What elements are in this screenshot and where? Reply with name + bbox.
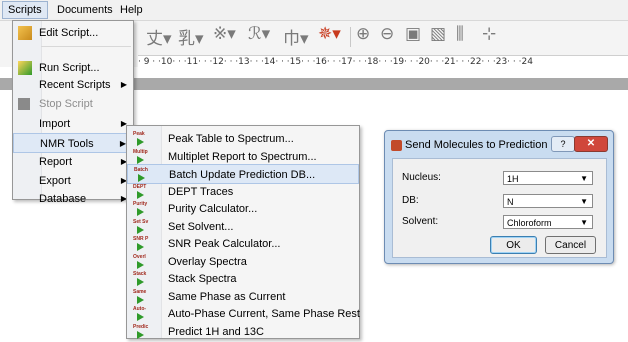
menu-separator (41, 46, 131, 47)
crosshair-icon[interactable]: ⊹ (482, 24, 496, 44)
menu-help[interactable]: Help (115, 2, 148, 18)
script-icon: Peak (133, 131, 155, 147)
run-script-icon (18, 61, 32, 75)
db-label: DB: (402, 195, 419, 206)
script-icon-tag: Overl (133, 253, 146, 260)
toolbar-tool-6-icon[interactable]: ✵▾ (318, 24, 341, 44)
toolbar-tool-5-icon[interactable]: ⼱▾ (283, 24, 309, 49)
db-select[interactable]: N ▼ (503, 194, 593, 208)
scripts-menu: Edit Script... Run Script... Recent Script… (12, 20, 134, 205)
menu-item-label: Report (39, 156, 73, 168)
toolbar-tool-3-icon[interactable]: ※▾ (213, 24, 236, 44)
zoom-out-icon[interactable]: ⊖ (380, 24, 394, 44)
close-button[interactable]: ✕ (574, 136, 608, 152)
play-icon (137, 330, 144, 339)
play-icon (137, 155, 144, 164)
menu-scripts[interactable]: Scripts (2, 1, 48, 19)
menu-item-label: Recent Scripts (39, 79, 111, 91)
help-button[interactable]: ? (551, 136, 575, 152)
script-icon-tag: DEPT (133, 183, 147, 190)
peak-bar-icon[interactable]: ⫼ (456, 24, 464, 44)
full-view-icon[interactable]: ▧ (430, 24, 446, 44)
script-icon-tag: Auto- (133, 306, 147, 312)
script-icon-tag: SNR P (133, 236, 149, 242)
edit-script-icon (18, 26, 32, 40)
script-icon: Overl (133, 254, 155, 270)
script-icon-tag: Batch (134, 167, 148, 173)
script-icon-tag: Stack (133, 271, 147, 277)
menu-bar: Scripts Documents Help (0, 0, 628, 21)
scripts-menu-item[interactable]: Report ▶ (13, 152, 133, 172)
script-icon: Stack (133, 271, 155, 287)
cancel-button[interactable]: Cancel (545, 236, 596, 254)
play-icon (137, 260, 144, 269)
scripts-menu-item[interactable]: NMR Tools ▶ (13, 133, 133, 153)
chevron-down-icon: ▼ (580, 197, 588, 206)
menu-documents[interactable]: Documents (52, 2, 118, 18)
zoom-box-icon[interactable]: ▣ (405, 24, 421, 44)
nucleus-value: 1H (507, 174, 519, 184)
zoom-in-icon[interactable]: ⊕ (356, 24, 370, 44)
script-icon: Auto- (133, 306, 155, 322)
scripts-menu-item[interactable]: Recent Scripts ▶ (13, 75, 133, 95)
menu-item-label: Predict 1H and 13C (168, 325, 264, 338)
play-icon (137, 278, 144, 286)
play-icon (137, 243, 144, 251)
toolbar-separator (350, 27, 351, 47)
solvent-label: Solvent: (402, 216, 439, 227)
script-icon: SNR P (133, 236, 155, 252)
menu-item-label: Edit Script... (39, 27, 99, 39)
solvent-value: Chloroform (507, 218, 552, 228)
script-icon-tag: Set Sv (133, 218, 149, 225)
submenu-arrow-icon: ▶ (120, 80, 127, 89)
scripts-menu-item: Stop Script (13, 94, 133, 114)
toolbar-tool-4-icon[interactable]: ℛ▾ (248, 24, 270, 44)
solvent-select[interactable]: Chloroform ▼ (503, 215, 593, 229)
script-icon-tag: Predic (133, 323, 149, 330)
ppm-ruler: · 9 · ·10· · ·11· · ·12· · ·13· · ·14· ·… (138, 55, 628, 70)
nucleus-label: Nucleus: (402, 172, 441, 183)
toolbar-tool-1-icon[interactable]: 丈▾ (146, 24, 172, 49)
toolbar-tool-2-icon[interactable]: 乳▾ (178, 24, 204, 49)
scripts-menu-item[interactable]: Export ▶ (13, 171, 133, 191)
menu-item-label: NMR Tools (40, 138, 94, 150)
script-icon: Same (133, 289, 155, 305)
play-icon (137, 225, 144, 234)
menu-item-label: Export (39, 175, 71, 187)
chevron-down-icon: ▼ (580, 218, 588, 227)
dialog-title: Send Molecules to Prediction DB (405, 139, 566, 151)
play-icon (137, 190, 144, 199)
scripts-menu-item[interactable]: Database ▶ (13, 189, 133, 209)
dialog-body: Nucleus: 1H ▼ DB: N ▼ Solvent: Chlorofor… (392, 158, 607, 258)
script-icon-tag: Same (133, 288, 147, 295)
nmr-tools-submenu: Peak Peak Table to Spectrum... Multip Multi… (126, 125, 360, 339)
script-icon: DEPT (133, 184, 155, 200)
ok-button[interactable]: OK (490, 236, 537, 254)
script-icon: Purity (133, 201, 155, 217)
play-icon (137, 208, 144, 216)
scripts-menu-item[interactable]: Import ▶ (13, 114, 133, 134)
menu-item-label: Stop Script (39, 98, 93, 110)
script-icon-tag: Peak (133, 131, 145, 137)
play-icon (137, 313, 144, 321)
menu-item-label: Database (39, 193, 87, 205)
scripts-menu-item[interactable]: Edit Script... (13, 23, 133, 43)
script-icon: Set Sv (133, 219, 155, 235)
menu-item-label: Import (39, 118, 71, 130)
play-icon (137, 138, 144, 146)
db-value: N (507, 197, 514, 207)
script-icon: Predic (133, 324, 155, 340)
play-icon (137, 295, 144, 304)
stop-icon (18, 98, 30, 110)
app-icon (391, 140, 402, 151)
nucleus-select[interactable]: 1H ▼ (503, 171, 593, 185)
chevron-down-icon: ▼ (580, 174, 588, 183)
send-molecules-dialog: Send Molecules to Prediction DB ? ✕ Nucl… (384, 130, 614, 264)
script-icon-tag: Multip (133, 148, 148, 155)
nmr-tools-menu-item[interactable]: Predic Predict 1H and 13C (127, 322, 359, 342)
script-icon: Multip (133, 149, 155, 165)
script-icon-tag: Purity (133, 201, 148, 207)
